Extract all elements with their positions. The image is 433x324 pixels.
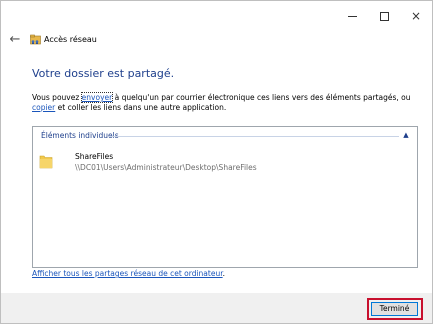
shared-items-list: Éléments individuels ▲ ShareFiles \\DC01… [32, 126, 418, 268]
window-title: Accès réseau [44, 35, 97, 44]
item-path: \\DC01\Users\Administrateur\Desktop\Shar… [75, 163, 257, 172]
group-divider [108, 136, 399, 137]
network-access-window: × ← Accès réseau Votre dossier est parta… [0, 0, 433, 324]
maximize-icon [379, 11, 389, 21]
network-share-icon [30, 34, 41, 45]
description-text-1: Vous pouvez [32, 93, 82, 102]
close-icon: × [410, 9, 422, 23]
folder-icon [39, 155, 53, 169]
share-description: Vous pouvez envoyer à quelqu'un par cour… [32, 92, 412, 113]
group-header[interactable]: Éléments individuels ▲ [41, 130, 413, 142]
title-bar: × [1, 1, 432, 31]
show-all-shares-link[interactable]: Afficher tous les partages réseau de cet… [32, 269, 223, 278]
send-link[interactable]: envoyer [80, 92, 114, 103]
done-button[interactable]: Terminé [371, 302, 418, 316]
copy-link[interactable]: copier [32, 103, 55, 112]
navigation-bar: ← Accès réseau [1, 31, 432, 51]
back-arrow-icon[interactable]: ← [8, 32, 22, 48]
page-heading: Votre dossier est partagé. [32, 67, 175, 80]
maximize-button[interactable] [368, 1, 400, 31]
list-item[interactable]: ShareFiles \\DC01\Users\Administrateur\D… [39, 151, 339, 175]
close-button[interactable]: × [400, 1, 432, 31]
minimize-icon [347, 15, 357, 17]
description-text-3: et coller les liens dans une autre appli… [55, 103, 227, 112]
chevron-up-icon[interactable]: ▲ [401, 130, 411, 141]
item-name: ShareFiles [75, 152, 114, 161]
description-text-2: à quelqu'un par courrier électronique ce… [112, 93, 411, 102]
minimize-button[interactable] [336, 1, 368, 31]
footer-link-row: Afficher tous les partages réseau de cet… [32, 269, 225, 279]
footer-period: . [222, 269, 225, 278]
